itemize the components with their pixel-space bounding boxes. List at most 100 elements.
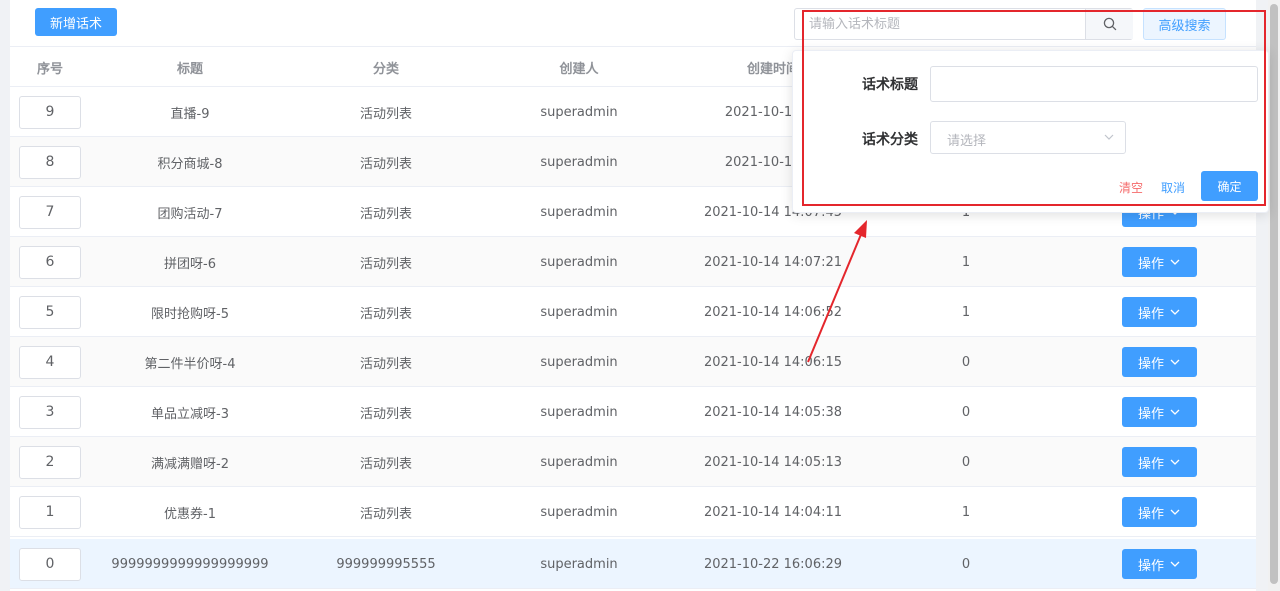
title-cell: 直播-9 (170, 106, 210, 122)
count-cell: 0 (961, 354, 971, 370)
title-cell: 满减满赠呀-2 (151, 456, 229, 472)
index-cell: 9 (10, 87, 90, 137)
chevron-down-icon (1170, 309, 1180, 315)
creator-cell: superadmin (540, 204, 618, 220)
time-cell: 2021-10-14 14:05:13 (703, 454, 843, 470)
table-row[interactable]: 1 优惠券-1 活动列表 superadmin 2021-10-14 14:04… (10, 487, 1256, 537)
table-row[interactable]: 3 单品立减呀-3 活动列表 superadmin 2021-10-14 14:… (10, 387, 1256, 437)
time-cell: 2021-10-14 14:05:38 (703, 404, 843, 420)
table-row[interactable]: 0 9999999999999999999 999999995555 super… (10, 539, 1256, 589)
creator-cell: superadmin (540, 404, 618, 420)
index-box[interactable]: 0 (19, 547, 81, 581)
index-cell: 8 (10, 137, 90, 187)
index-box[interactable]: 1 (19, 495, 81, 529)
category-cell: 活动列表 (359, 156, 412, 172)
index-cell: 6 (10, 237, 90, 287)
creator-cell: superadmin (540, 354, 618, 370)
header-category[interactable]: 分类 (290, 47, 482, 87)
operations-cell: 操作 (1062, 237, 1256, 287)
script-title-label: 话术标题 (862, 77, 918, 93)
header-creator[interactable]: 创建人 (482, 47, 676, 87)
time-cell: 2021-10-14 14:06:15 (703, 354, 843, 370)
header-index[interactable]: 序号 (10, 47, 90, 87)
search-icon (1103, 17, 1116, 31)
operations-label: 操作 (1137, 558, 1164, 574)
operations-cell: 操作 (1062, 337, 1256, 387)
operations-button[interactable]: 操作 (1121, 497, 1197, 527)
index-box[interactable]: 5 (19, 295, 81, 329)
operations-button[interactable]: 操作 (1121, 247, 1197, 277)
creator-cell: superadmin (540, 556, 618, 572)
operations-button[interactable]: 操作 (1121, 347, 1197, 377)
chevron-down-icon (1170, 561, 1180, 567)
title-cell: 限时抢购呀-5 (151, 306, 229, 322)
title-cell: 优惠券-1 (164, 506, 216, 522)
title-cell: 拼团呀-6 (164, 256, 216, 272)
chevron-down-icon (1170, 459, 1180, 465)
chevron-down-icon (1170, 509, 1180, 515)
search-box (794, 8, 1133, 40)
category-cell: 活动列表 (359, 506, 412, 522)
table-row[interactable]: 6 拼团呀-6 活动列表 superadmin 2021-10-14 14:07… (10, 237, 1256, 287)
operations-label: 操作 (1137, 356, 1164, 372)
time-cell: 2021-10-22 16:06:29 (703, 556, 843, 572)
category-cell: 活动列表 (359, 206, 412, 222)
operations-button[interactable]: 操作 (1121, 549, 1197, 579)
add-script-button[interactable]: 新增话术 (35, 8, 117, 36)
confirm-button[interactable]: 确定 (1201, 171, 1258, 201)
count-cell: 1 (961, 254, 971, 270)
category-cell: 活动列表 (359, 106, 412, 122)
operations-label: 操作 (1137, 306, 1164, 322)
operations-button[interactable]: 操作 (1121, 397, 1197, 427)
operations-label: 操作 (1137, 456, 1164, 472)
index-box[interactable]: 6 (19, 245, 81, 279)
operations-button[interactable]: 操作 (1121, 447, 1197, 477)
count-cell: 1 (961, 504, 971, 520)
count-cell: 1 (961, 304, 971, 320)
index-box[interactable]: 8 (19, 145, 81, 179)
cancel-button[interactable]: 取消 (1161, 179, 1185, 196)
index-cell: 1 (10, 487, 90, 537)
script-category-select[interactable]: 请选择 (930, 121, 1126, 154)
index-box[interactable]: 9 (19, 95, 81, 129)
index-box[interactable]: 7 (19, 195, 81, 229)
table-row[interactable]: 4 第二件半价呀-4 活动列表 superadmin 2021-10-14 14… (10, 337, 1256, 387)
script-title-input[interactable] (930, 66, 1258, 102)
operations-cell: 操作 (1062, 539, 1256, 589)
index-cell: 4 (10, 337, 90, 387)
time-cell: 2021-10-14 14:07:21 (703, 254, 843, 270)
title-cell: 团购活动-7 (157, 206, 223, 222)
advanced-search-popover: 话术标题 话术分类 请选择 清空 取消 确定 (792, 50, 1269, 213)
table-row[interactable]: 5 限时抢购呀-5 活动列表 superadmin 2021-10-14 14:… (10, 287, 1256, 337)
title-cell: 9999999999999999999 (111, 556, 269, 572)
search-button[interactable] (1085, 9, 1133, 39)
category-cell: 活动列表 (359, 456, 412, 472)
index-box[interactable]: 3 (19, 395, 81, 429)
category-cell: 活动列表 (359, 356, 412, 372)
creator-cell: superadmin (540, 104, 618, 120)
clear-button[interactable]: 清空 (1119, 179, 1143, 196)
header-title[interactable]: 标题 (90, 47, 290, 87)
operations-label: 操作 (1137, 506, 1164, 522)
table-row[interactable]: 2 满减满赠呀-2 活动列表 superadmin 2021-10-14 14:… (10, 437, 1256, 487)
advanced-search-button[interactable]: 高级搜索 (1143, 8, 1226, 40)
count-cell: 0 (961, 556, 971, 572)
creator-cell: superadmin (540, 154, 618, 170)
title-cell: 单品立减呀-3 (151, 406, 229, 422)
operations-cell: 操作 (1062, 487, 1256, 537)
index-cell: 2 (10, 437, 90, 487)
operations-cell: 操作 (1062, 387, 1256, 437)
index-box[interactable]: 2 (19, 445, 81, 479)
scrollbar-thumb[interactable] (1270, 4, 1278, 584)
chevron-down-icon (1104, 134, 1114, 140)
chevron-down-icon (1170, 409, 1180, 415)
index-box[interactable]: 4 (19, 345, 81, 379)
search-input[interactable] (795, 9, 1085, 39)
creator-cell: superadmin (540, 304, 618, 320)
creator-cell: superadmin (540, 254, 618, 270)
index-cell: 0 (10, 539, 90, 589)
operations-cell: 操作 (1062, 437, 1256, 487)
script-category-label: 话术分类 (862, 132, 918, 148)
chevron-down-icon (1170, 359, 1180, 365)
operations-button[interactable]: 操作 (1121, 297, 1197, 327)
